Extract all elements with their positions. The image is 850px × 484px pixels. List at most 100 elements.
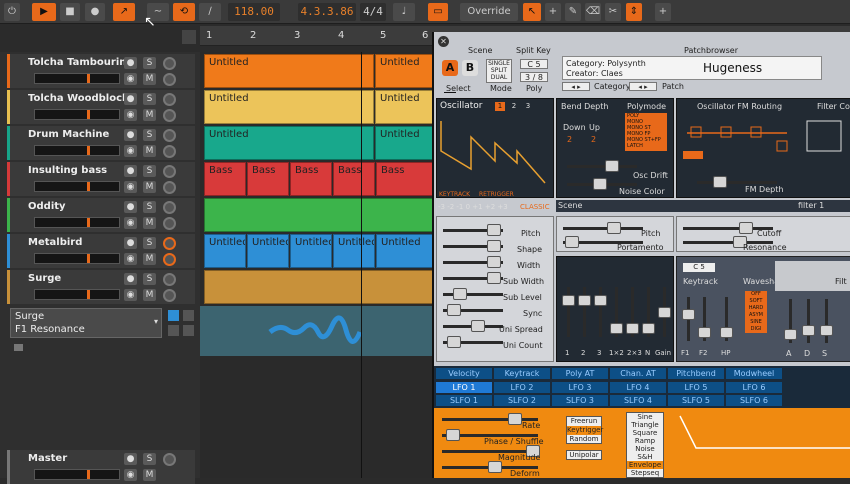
volume-meter[interactable] — [34, 253, 120, 264]
osc-drift-slider[interactable] — [567, 160, 637, 172]
eraser-tool-icon[interactable]: ⌫ — [585, 3, 601, 21]
waveshaper-item[interactable]: ASYM — [745, 312, 767, 319]
clip[interactable]: Untitled — [376, 234, 436, 268]
clip[interactable]: Untitled — [204, 126, 374, 160]
mod-source-polyat[interactable]: Poly AT — [552, 368, 608, 379]
send-knob[interactable] — [163, 73, 176, 86]
track-name[interactable]: Surge — [28, 273, 61, 284]
monitor-button[interactable]: ◉ — [124, 73, 137, 85]
waveform-item[interactable]: S&H — [627, 453, 663, 461]
mute-button[interactable]: M — [143, 181, 156, 193]
mix-osc1-slider[interactable] — [562, 287, 575, 337]
record-arm-button[interactable]: ● — [124, 57, 137, 69]
volume-meter[interactable] — [34, 145, 120, 156]
mode-split[interactable]: SPLIT — [487, 67, 511, 74]
poly-field[interactable]: 3 / 8 — [520, 72, 548, 82]
sub-level-slider[interactable] — [443, 288, 503, 300]
clip[interactable]: Untitled — [204, 234, 246, 268]
pan-knob[interactable] — [163, 201, 176, 214]
mix-gain-slider[interactable] — [658, 287, 671, 337]
automation-curve[interactable] — [200, 306, 435, 356]
clip[interactable]: Untitled — [375, 54, 435, 88]
sync-slider[interactable] — [443, 304, 503, 316]
track-name[interactable]: Metalbird — [28, 237, 82, 248]
monitor-button[interactable]: ◉ — [124, 109, 137, 121]
mute-button[interactable]: M — [143, 469, 156, 481]
mute-button[interactable]: M — [143, 109, 156, 121]
pointer-tool-icon[interactable]: ↖ — [523, 3, 541, 21]
time-signature[interactable]: 4/4 — [360, 3, 386, 21]
retrigger-label[interactable]: RETRIGGER — [479, 191, 514, 198]
clip[interactable]: Untitled — [204, 90, 374, 124]
octave-selector[interactable]: -3 -2 -1 0 +1 +2 +3 — [438, 203, 508, 211]
slfo-3[interactable]: SLFO 3 — [552, 395, 608, 406]
mix-osc2-slider[interactable] — [578, 287, 591, 337]
track-name[interactable]: Tolcha Woodblocks — [28, 93, 135, 104]
automation-param-selector[interactable]: Surge F1 Resonance ▾ — [10, 308, 162, 338]
attack-slider[interactable] — [784, 299, 797, 343]
automation-write-button[interactable]: ↗ — [113, 3, 135, 21]
track-header[interactable]: Tolcha Tambourin... ● S ◉ M — [7, 54, 195, 88]
scene-pitch-slider[interactable] — [563, 222, 643, 234]
mod-source-pitchbend[interactable]: Pitchbend — [668, 368, 724, 379]
volume-meter[interactable] — [34, 217, 120, 228]
position-display[interactable]: 4.3.3.86 — [298, 3, 356, 21]
slice-tool-icon[interactable]: ✂ — [605, 3, 621, 21]
send-knob[interactable] — [163, 289, 176, 302]
pan-knob[interactable] — [163, 237, 176, 250]
noise-color-slider[interactable] — [567, 178, 637, 190]
patch-prev-next[interactable]: ◂ ▸ — [629, 82, 657, 91]
waveshaper-item[interactable]: HARD — [745, 305, 767, 312]
trigger-item[interactable]: Freerun — [567, 417, 601, 426]
clip[interactable]: Bass — [204, 162, 246, 196]
solo-button[interactable]: S — [143, 129, 156, 141]
play-button[interactable]: ▶ — [32, 3, 56, 21]
waveform-item[interactable]: Square — [627, 429, 663, 437]
patch-name[interactable]: Hugeness — [703, 61, 762, 75]
track-name[interactable]: Drum Machine — [28, 129, 109, 140]
record-arm-button[interactable]: ● — [124, 129, 137, 141]
clip[interactable]: Bass — [376, 162, 436, 196]
slfo-6[interactable]: SLFO 6 — [726, 395, 782, 406]
volume-meter[interactable] — [34, 109, 120, 120]
send-knob[interactable] — [163, 109, 176, 122]
clip[interactable]: Untitled — [204, 54, 374, 88]
lfo-1[interactable]: LFO 1 — [436, 382, 492, 393]
volume-meter[interactable] — [34, 469, 120, 480]
clip[interactable]: Untitled — [247, 234, 289, 268]
track-header[interactable]: Metalbird ● S ◉ M — [7, 234, 195, 268]
fm-depth-slider[interactable] — [697, 176, 777, 188]
patch-browser[interactable]: Category: Polysynth Creator: Claes Hugen… — [562, 56, 822, 80]
track-name[interactable]: Oddity — [28, 201, 66, 212]
trigger-item[interactable]: Keytrigger — [567, 426, 603, 435]
track-header[interactable]: Oddity ● S ◉ M — [7, 198, 195, 232]
filter-selector[interactable]: filter 1 — [798, 201, 824, 210]
pan-knob[interactable] — [163, 165, 176, 178]
pencil-tool-icon[interactable]: ✎ — [565, 3, 581, 21]
add-icon[interactable]: + — [655, 3, 671, 21]
metronome-icon[interactable]: ♩ — [393, 3, 415, 21]
monitor-button[interactable]: ◉ — [124, 289, 137, 301]
track-header[interactable]: Surge ● S ◉ M — [7, 270, 195, 304]
volume-meter[interactable] — [34, 73, 120, 84]
waveform-item[interactable]: Ramp — [627, 437, 663, 445]
playhead[interactable] — [361, 52, 362, 478]
uni-spread-slider[interactable] — [443, 320, 503, 332]
mix-ring23-slider[interactable] — [626, 287, 639, 337]
waveshaper-item[interactable]: OFF — [745, 291, 767, 298]
clip[interactable]: Bass — [290, 162, 332, 196]
mode-dual[interactable]: DUAL — [487, 74, 511, 81]
send-knob[interactable] — [163, 253, 176, 266]
mute-button[interactable]: M — [143, 73, 156, 85]
waveform-item[interactable]: Triangle — [627, 421, 663, 429]
mod-source-keytrack[interactable]: Keytrack — [494, 368, 550, 379]
midi-icon[interactable]: ▭ — [428, 3, 448, 21]
waveshaper-item[interactable]: SOFT — [745, 298, 767, 305]
clip[interactable]: Untitled — [333, 234, 375, 268]
sub-width-slider[interactable] — [443, 272, 503, 284]
waveshaper-list[interactable]: OFF SOFT HARD ASYM SINE DIGI — [745, 291, 767, 333]
record-arm-button[interactable]: ● — [124, 165, 137, 177]
lfo-2[interactable]: LFO 2 — [494, 382, 550, 393]
unipolar-toggle[interactable]: Unipolar — [566, 450, 602, 460]
solo-button[interactable]: S — [143, 453, 156, 465]
